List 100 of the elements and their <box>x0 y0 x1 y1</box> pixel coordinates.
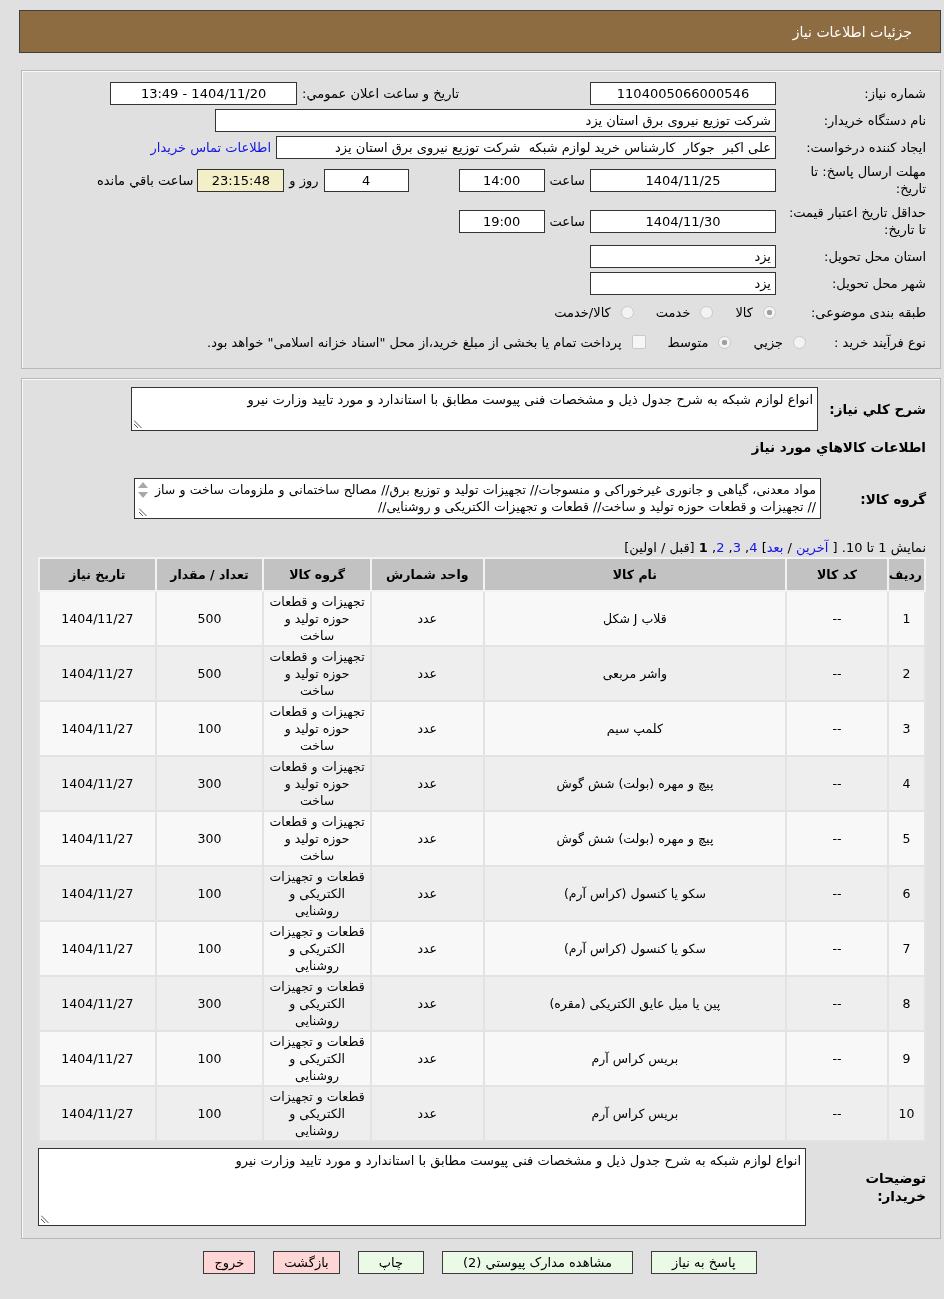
unit-cell: عدد <box>370 976 484 1031</box>
radio-button[interactable] <box>620 305 634 319</box>
description-label: شرح کلي نیاز: <box>828 401 926 417</box>
need-number-label: شماره نیاز: <box>863 85 926 102</box>
treasury-payment-label: پرداخت تمام یا بخشی از مبلغ خرید،از محل "اسناد خزانه اسلامی" خواهد بود. <box>207 334 622 350</box>
quantity-cell: 500 <box>155 646 264 701</box>
column-header: تاریخ نیاز <box>39 558 156 591</box>
contact-info-link[interactable]: اطلاعات تماس خريدار <box>150 140 271 155</box>
quantity-cell: 300 <box>155 811 264 866</box>
page-link[interactable]: 4 <box>749 540 758 555</box>
deadline-label: مهلت ارسال پاسخ: تا تاریخ: <box>809 163 926 197</box>
page-link[interactable]: 2 <box>716 540 725 555</box>
subject-category-label: طبقه بندی موضوعی: <box>809 303 926 321</box>
days-left-label: روز و <box>289 172 319 188</box>
radio-label: كالا <box>735 304 753 320</box>
item-code-cell: -- <box>786 701 888 756</box>
item-group-cell: تجهیزات و قطعات حوزه تولید و ساخت <box>263 646 371 701</box>
back-button[interactable]: بازگشت <box>273 1251 340 1274</box>
resize-grip-icon[interactable] <box>134 420 142 428</box>
scroll-down-icon[interactable] <box>138 492 148 498</box>
need-date-cell: 1404/11/27 <box>39 811 156 866</box>
validity-time-label: ساعت <box>549 213 585 229</box>
quantity-cell: 100 <box>155 866 264 921</box>
need-number-field[interactable]: 1104005066000546 <box>590 82 776 105</box>
radio-label: خدمت <box>655 304 691 320</box>
column-header: ردیف <box>887 558 925 591</box>
unit-cell: عدد <box>370 1086 484 1141</box>
goods-group-label: گروه کالا: <box>859 490 926 507</box>
item-code-cell: -- <box>786 1031 888 1086</box>
item-code-cell: -- <box>786 646 888 701</box>
current-page-number: 1 <box>698 540 708 555</box>
pagination-link[interactable]: آخرین <box>796 540 829 555</box>
buyer-name-field[interactable]: شرکت توزیع نیروی برق استان یزد <box>215 109 776 132</box>
page-link[interactable]: 3 <box>732 540 741 555</box>
item-group-cell: تجهیزات و قطعات حوزه تولید و ساخت <box>263 811 371 866</box>
item-name-cell: سکو یا کنسول (کراس آرم) <box>483 866 787 921</box>
deadline-date-field[interactable]: 1404/11/25 <box>590 168 776 192</box>
requester-field[interactable]: علی اکبر جوکار کارشناس خرید لوازم شبکه شرکت توزیع نیروی برق استان یزد <box>276 136 776 159</box>
description-field[interactable]: انواع لوازم شبکه به شرح جدول ذیل و مشخصات فنی پیوست مطابق با استاندارد و مورد تایید وزارت نیرو <box>131 387 818 431</box>
page-title: جزئیات اطلاعات نیاز <box>792 23 912 40</box>
unit-cell: عدد <box>370 1031 484 1086</box>
row-number-cell: 6 <box>887 866 925 921</box>
unit-cell: عدد <box>370 921 484 976</box>
item-name-cell: واشر مربعی <box>483 646 787 701</box>
item-group-cell: تجهیزات و قطعات حوزه تولید و ساخت <box>263 591 371 646</box>
row-number-cell: 1 <box>887 591 925 646</box>
item-group-cell: قطعات و تجهیزات الکتریکی و روشنایی <box>263 921 371 976</box>
print-button[interactable]: چاپ <box>357 1251 424 1274</box>
need-date-cell: 1404/11/27 <box>39 1031 156 1086</box>
item-name-cell: کلمپ سیم <box>483 701 787 756</box>
delivery-province-label: استان محل تحویل: <box>823 248 926 265</box>
item-code-cell: -- <box>786 811 888 866</box>
price-validity-label: حداقل تاریخ اعتبار قیمت: تا تاریخ: <box>787 204 926 238</box>
row-number-cell: 8 <box>887 976 925 1031</box>
column-header: تعداد / مقدار <box>155 558 264 591</box>
item-group-cell: تجهیزات و قطعات حوزه تولید و ساخت <box>263 756 371 811</box>
radio-label: جزيي <box>753 334 784 350</box>
validity-date-field[interactable]: 1404/11/30 <box>590 209 776 233</box>
unit-cell: عدد <box>370 701 484 756</box>
view-attachments-button[interactable]: مشاهده مدارک پیوستي (2) <box>442 1251 634 1274</box>
need-date-cell: 1404/11/27 <box>39 921 156 976</box>
radio-button[interactable] <box>718 335 732 349</box>
unit-cell: عدد <box>370 866 484 921</box>
radio-button[interactable] <box>793 335 807 349</box>
deadline-time-label: ساعت <box>549 172 585 188</box>
buyer-notes-field[interactable]: انواع لوازم شبکه به شرح جدول ذیل و مشخصات فنی پیوست مطابق با استاندارد و مورد تایید وزارت نیرو <box>38 1148 806 1226</box>
checkbox[interactable] <box>631 335 646 349</box>
buyer-notes-label: توضیحات خریدار: <box>864 1169 926 1205</box>
pagination-link[interactable]: بعد <box>766 540 784 555</box>
exit-button[interactable]: خروج <box>203 1251 256 1274</box>
item-group-cell: قطعات و تجهیزات الکتریکی و روشنایی <box>263 1031 371 1086</box>
delivery-province-field[interactable]: یزد <box>590 245 776 268</box>
row-number-cell: 7 <box>887 921 925 976</box>
scroll-up-icon[interactable] <box>138 482 148 488</box>
announce-date-field[interactable]: 1404/11/20 - 13:49 <box>110 82 298 105</box>
quantity-cell: 100 <box>155 701 264 756</box>
item-code-cell: -- <box>786 1086 888 1141</box>
goods-group-field[interactable]: مواد معدنی، گیاهی و جانوری غیرخوراکی و منسوجات// تجهیزات تولید و توزیع برق// مصالح ساختمانی و ملزومات ساخت و ساز // تجهیزات و قطعات حوزه تولید و ساخت// قطعات و تجهیزات الکتریکی و روشنایی// <box>134 478 821 519</box>
resize-grip-icon[interactable] <box>41 1215 49 1223</box>
time-left-field[interactable]: 23:15:48 <box>197 168 285 192</box>
need-date-cell: 1404/11/27 <box>39 591 156 646</box>
item-group-cell: قطعات و تجهیزات الکتریکی و روشنایی <box>263 866 371 921</box>
validity-time-field[interactable]: 19:00 <box>458 209 545 233</box>
days-left-field[interactable]: 4 <box>323 168 409 192</box>
need-date-cell: 1404/11/27 <box>39 866 156 921</box>
item-code-cell: -- <box>786 921 888 976</box>
respond-button[interactable]: پاسخ به نیاز <box>651 1251 757 1274</box>
time-left-label: ساعت باقي مانده <box>96 172 194 188</box>
unit-cell: عدد <box>370 811 484 866</box>
delivery-city-field[interactable]: یزد <box>590 272 776 295</box>
deadline-time-field[interactable]: 14:00 <box>458 168 545 192</box>
unit-cell: عدد <box>370 591 484 646</box>
item-name-cell: سکو یا کنسول (کراس آرم) <box>483 921 787 976</box>
item-code-cell: -- <box>786 756 888 811</box>
radio-button[interactable] <box>763 305 776 319</box>
requester-label: ایجاد کننده درخواست: <box>805 139 926 156</box>
item-code-cell: -- <box>786 866 888 921</box>
resize-grip-icon[interactable] <box>139 508 147 516</box>
item-group-cell: تجهیزات و قطعات حوزه تولید و ساخت <box>263 701 371 756</box>
radio-button[interactable] <box>700 305 714 319</box>
